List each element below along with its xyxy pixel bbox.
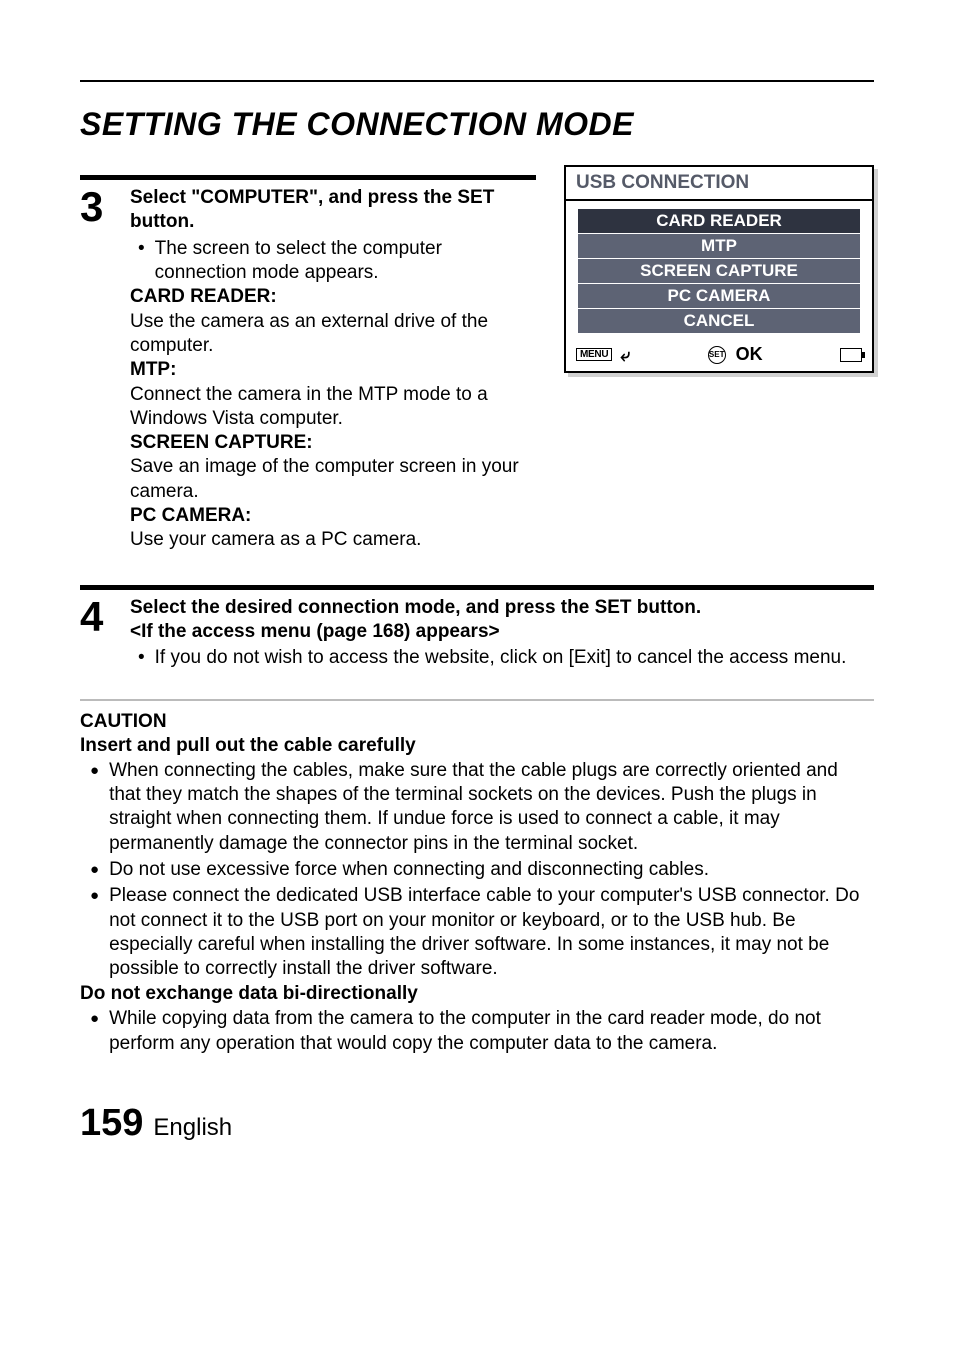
- def-text: Connect the camera in the MTP mode to a …: [130, 383, 536, 432]
- caution-item: When connecting the cables, make sure th…: [109, 759, 874, 856]
- caution-item: Do not use excessive force when connecti…: [109, 858, 709, 882]
- bullet-icon: ●: [90, 759, 99, 856]
- option-pc-camera[interactable]: PC CAMERA: [578, 284, 860, 308]
- def-label: SCREEN CAPTURE:: [130, 431, 536, 455]
- def-text: Use your camera as a PC camera.: [130, 528, 536, 552]
- def-text: Save an image of the computer screen in …: [130, 455, 536, 504]
- def-text: Use the camera as an external drive of t…: [130, 310, 536, 359]
- step-4-title-a: Select the desired connection mode, and …: [130, 596, 874, 620]
- step-4-title-b: <If the access menu (page 168) appears>: [130, 620, 874, 644]
- page-language: English: [153, 1114, 232, 1142]
- option-card-reader[interactable]: CARD READER: [578, 209, 860, 233]
- caution-subheading: Insert and pull out the cable carefully: [80, 735, 874, 757]
- step-4-bullet: If you do not wish to access the website…: [155, 646, 847, 670]
- caution-heading: CAUTION: [80, 711, 874, 733]
- option-screen-capture[interactable]: SCREEN CAPTURE: [578, 259, 860, 283]
- bullet-icon: ●: [90, 884, 99, 981]
- return-icon: ⤶: [620, 346, 630, 364]
- caution-subheading: Do not exchange data bi-directionally: [80, 983, 874, 1005]
- page-title: SETTING THE CONNECTION MODE: [80, 106, 874, 143]
- bullet-dot-icon: •: [138, 237, 145, 286]
- step-3-number: 3: [80, 186, 112, 228]
- battery-icon: [840, 348, 862, 362]
- usb-connection-dialog: USB CONNECTION CARD READER MTP SCREEN CA…: [564, 165, 874, 373]
- ok-label: OK: [736, 344, 763, 365]
- bullet-icon: ●: [90, 858, 99, 882]
- caution-item: Please connect the dedicated USB interfa…: [109, 884, 874, 981]
- step-4-number: 4: [80, 596, 112, 638]
- option-cancel[interactable]: CANCEL: [578, 309, 860, 333]
- def-label: CARD READER:: [130, 285, 536, 309]
- step-3-bullet: The screen to select the computer connec…: [155, 237, 536, 286]
- def-label: MTP:: [130, 358, 536, 382]
- caution-item: While copying data from the camera to th…: [109, 1007, 874, 1056]
- bullet-dot-icon: •: [138, 646, 145, 670]
- top-rule: [80, 80, 874, 82]
- bullet-icon: ●: [90, 1007, 99, 1056]
- dialog-title: USB CONNECTION: [566, 167, 872, 201]
- menu-badge-icon[interactable]: MENU: [576, 348, 612, 361]
- def-label: PC CAMERA:: [130, 504, 536, 528]
- set-badge-icon[interactable]: SET: [708, 346, 726, 364]
- step-3-title: Select "COMPUTER", and press the SET but…: [130, 186, 536, 235]
- caution-rule: [80, 699, 874, 701]
- page-number: 159: [80, 1102, 143, 1145]
- option-mtp[interactable]: MTP: [578, 234, 860, 258]
